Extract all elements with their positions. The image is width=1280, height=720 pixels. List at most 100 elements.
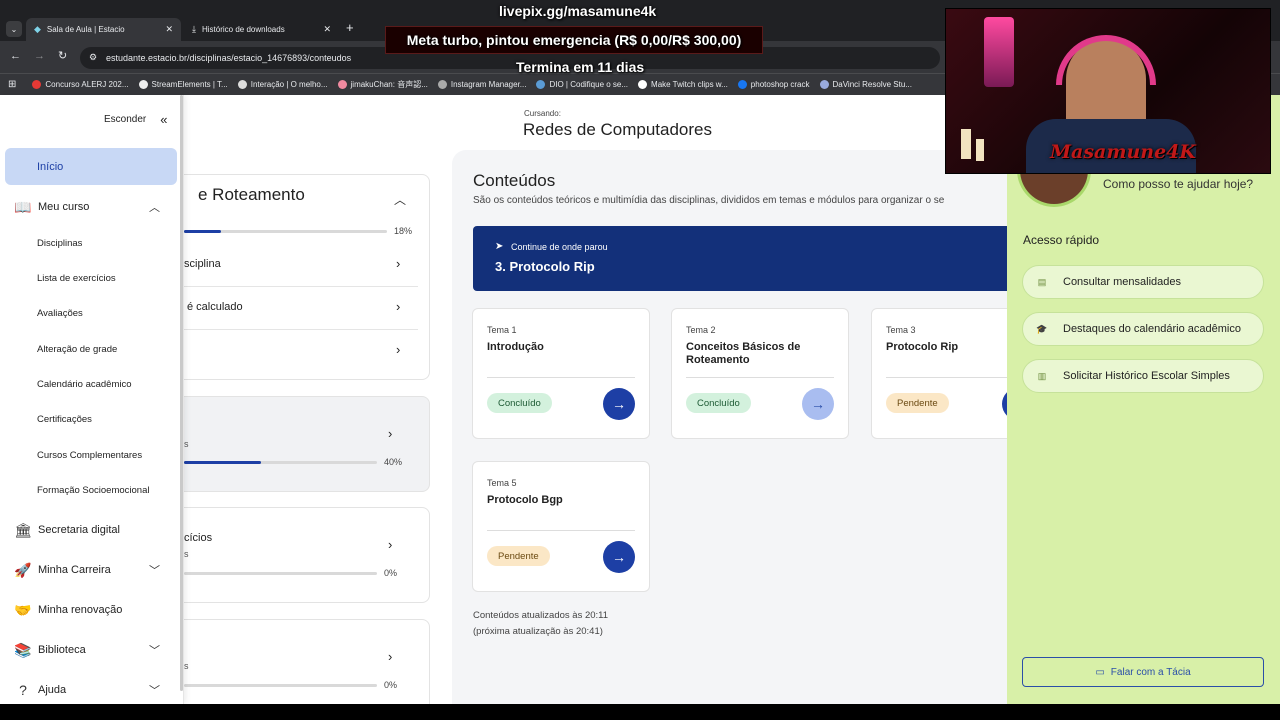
theme-card[interactable]: Tema 5 Protocolo Bgp Pendente → <box>472 461 650 592</box>
send-icon: ➤ <box>495 241 504 252</box>
status-badge: Pendente <box>487 546 550 566</box>
contents-description: São os conteúdos teóricos e multimídia d… <box>473 195 945 206</box>
chevron-right-icon: › <box>396 256 401 271</box>
new-tab-button[interactable]: + <box>346 20 354 35</box>
close-tab-icon[interactable]: ✕ <box>165 24 173 35</box>
course-label: Cursando: <box>524 109 561 118</box>
sub-disciplinas[interactable]: Disciplinas <box>37 238 82 249</box>
bookmark-item[interactable]: Interação | O melho... <box>237 80 328 89</box>
sub-certificacoes[interactable]: Certificações <box>37 414 92 425</box>
download-icon: ⤓ <box>192 24 196 34</box>
nav-inicio[interactable]: Início <box>5 148 177 185</box>
nav-secretaria[interactable]: 🏛 Secretaria digital <box>0 521 178 539</box>
nav-biblioteca[interactable]: 📚 Biblioteca ﹀ <box>0 641 178 659</box>
goal-overlay: Meta turbo, pintou emergencia (R$ 0,00/R… <box>385 26 763 54</box>
tab-downloads[interactable]: ⤓ Histórico de downloads ✕ <box>184 18 339 41</box>
progress-card-2[interactable]: s › 40% <box>170 396 430 492</box>
double-chevron-left-icon: « <box>160 112 168 127</box>
status-badge: Concluído <box>487 393 552 413</box>
bookmark-item[interactable]: DIO | Codifique o se... <box>536 80 628 89</box>
theme-card[interactable]: Tema 2 Conceitos Básicos de Roteamento C… <box>671 308 849 439</box>
discipline-progress-text: 18% <box>394 226 413 236</box>
continue-title: 3. Protocolo Rip <box>495 259 595 274</box>
updated-text: Conteúdos atualizados às 20:11 <box>473 610 609 621</box>
arrow-right-icon[interactable]: → <box>603 541 635 573</box>
row-disciplina[interactable]: sciplina › <box>170 245 418 287</box>
url-text: estudante.estacio.br/disciplinas/estacio… <box>106 53 352 63</box>
bookmark-item[interactable]: Make Twitch clips w... <box>638 80 728 89</box>
sidebar-scrollbar[interactable] <box>180 95 183 691</box>
bookmark-item[interactable]: StreamElements | T... <box>138 80 228 89</box>
chevron-right-icon: › <box>388 537 393 552</box>
quick-access-title: Acesso rápido <box>1023 233 1100 247</box>
chat-icon: ▭ <box>1095 666 1105 678</box>
quick-historico[interactable]: ▥ Solicitar Histórico Escolar Simples <box>1022 359 1264 393</box>
progress-card-4[interactable]: s › 0% <box>170 619 430 715</box>
bookmark-item[interactable]: photoshop crack <box>737 80 810 89</box>
discipline-card: e Roteamento ︿ 18% sciplina › é calculad… <box>170 174 430 380</box>
sub-alteracao-grade[interactable]: Alteração de grade <box>37 344 117 355</box>
sub-avaliacoes[interactable]: Avaliações <box>37 308 83 319</box>
book-icon: 📖 <box>14 198 32 215</box>
help-icon: ? <box>19 682 27 698</box>
chevron-right-icon: › <box>388 426 393 441</box>
chevron-right-icon: › <box>396 299 401 314</box>
handshake-icon: 🤝 <box>14 601 32 618</box>
nav-renovacao[interactable]: 🤝 Minha renovação <box>0 601 178 619</box>
nav-meu-curso[interactable]: 📖 Meu curso ︿ <box>0 198 178 216</box>
chevron-down-icon: ﹀ <box>149 645 160 657</box>
talk-to-tacia-button[interactable]: ▭ Falar com a Tácia <box>1022 657 1264 687</box>
certificate-icon: ▥ <box>1037 370 1047 381</box>
sub-lista-exercicios[interactable]: Lista de exercícios <box>37 273 116 284</box>
library-icon: 📚 <box>14 641 32 658</box>
bookmark-item[interactable]: DaVinci Resolve Stu... <box>819 80 912 89</box>
site-info-icon[interactable]: ⚙ <box>89 52 97 63</box>
apps-icon[interactable]: ⊞ <box>8 79 16 90</box>
theme-card[interactable]: Tema 1 Introdução Concluído → <box>472 308 650 439</box>
tab-label: Histórico de downloads <box>201 25 285 34</box>
graduation-cap-icon: 🎓 <box>1036 323 1048 334</box>
discipline-progress-bar <box>184 230 387 233</box>
forward-icon[interactable]: → <box>34 50 45 62</box>
bottom-black-bar <box>0 704 1280 720</box>
progress-bar-3 <box>184 572 377 575</box>
reload-icon[interactable]: ↻ <box>58 49 67 62</box>
nav-carreira[interactable]: 🚀 Minha Carreira ﹀ <box>0 561 178 579</box>
tab-sala-de-aula[interactable]: ◆ Sala de Aula | Estacio ✕ <box>26 18 181 41</box>
chevron-down-icon: ﹀ <box>149 685 160 697</box>
sub-cursos-complementares[interactable]: Cursos Complementares <box>37 450 142 461</box>
building-icon: 🏛 <box>14 521 32 538</box>
sub-calendario[interactable]: Calendário acadêmico <box>37 379 132 390</box>
assistant-panel: Como posso te ajudar hoje? Acesso rápido… <box>1007 95 1280 704</box>
close-tab-icon[interactable]: ✕ <box>323 24 331 35</box>
bookmark-item[interactable]: jimakuChan: 音声認... <box>337 79 428 90</box>
progress-bar-4 <box>184 684 377 687</box>
sub-formacao-socioemocional[interactable]: Formação Socioemocional <box>37 485 149 496</box>
nav-ajuda[interactable]: ? Ajuda ﹀ <box>0 681 178 699</box>
ends-overlay: Termina em 11 dias <box>516 59 645 75</box>
webcam-headset <box>1056 35 1156 85</box>
tab-search-button[interactable]: ⌄ <box>6 21 22 37</box>
hide-sidebar-button[interactable]: Esconder « <box>104 112 167 127</box>
status-badge: Concluído <box>686 393 751 413</box>
candle-icon <box>961 129 971 159</box>
row-third[interactable]: › <box>170 331 418 373</box>
back-icon[interactable]: ← <box>10 50 21 62</box>
status-badge: Pendente <box>886 393 949 413</box>
continue-label: Continue de onde parou <box>511 242 608 252</box>
progress-card-3[interactable]: cícios s › 0% <box>170 507 430 603</box>
assistant-greeting: Como posso te ajudar hoje? <box>1103 177 1254 191</box>
continue-banner[interactable]: ➤ Continue de onde parou 3. Protocolo Ri… <box>473 226 1033 291</box>
quick-calendario[interactable]: 🎓 Destaques do calendário acadêmico <box>1022 312 1264 346</box>
contents-section: Conteúdos São os conteúdos teóricos e mu… <box>452 150 1049 710</box>
bookmark-item[interactable]: Concurso ALERJ 202... <box>32 80 129 89</box>
arrow-right-icon[interactable]: → <box>802 388 834 420</box>
estacio-favicon-icon: ◆ <box>34 24 41 34</box>
bookmark-item[interactable]: Instagram Manager... <box>437 80 526 89</box>
row-calculado[interactable]: é calculado › <box>170 288 418 330</box>
candle-icon <box>976 139 984 161</box>
pix-overlay: livepix.gg/masamune4k <box>499 3 657 19</box>
quick-mensalidades[interactable]: ▤ Consultar mensalidades <box>1022 265 1264 299</box>
chevron-up-icon[interactable]: ︿ <box>394 191 406 208</box>
arrow-right-icon[interactable]: → <box>603 388 635 420</box>
